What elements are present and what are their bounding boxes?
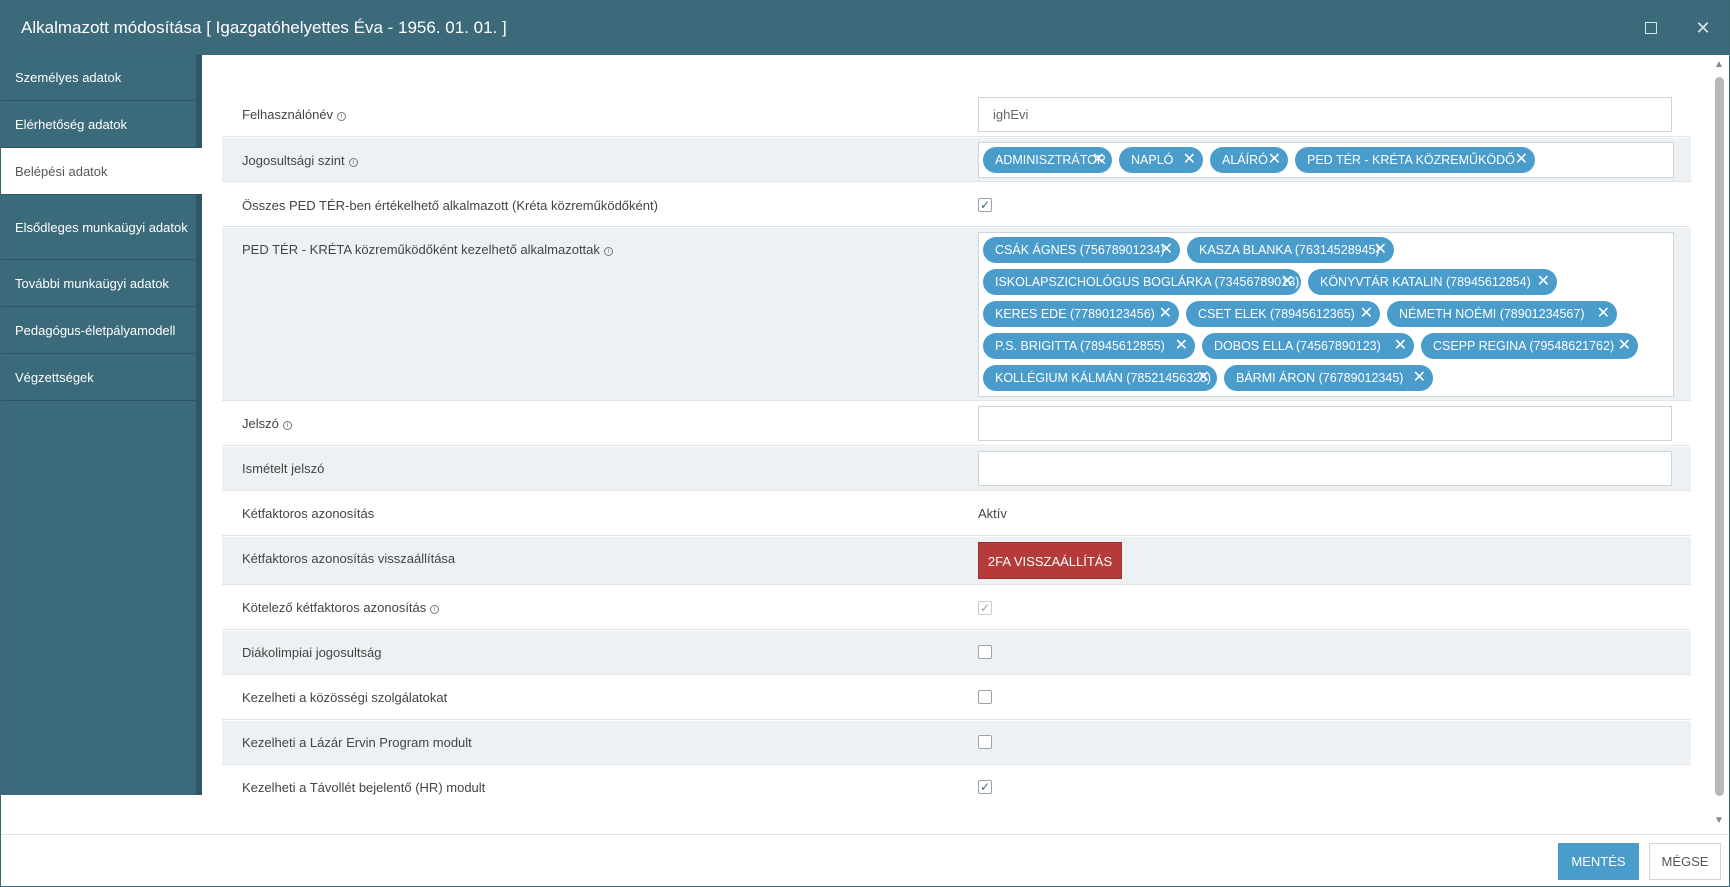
row-student-olympics: Diákolimpiai jogosultság <box>222 631 1691 675</box>
mandatory-two-factor-checkbox[interactable]: ✓ <box>978 601 992 615</box>
row-password: Jelszó i <box>222 402 1691 446</box>
remove-tag-icon[interactable]: ✕ <box>1175 333 1188 359</box>
sidebar-item-belepesi-adatok[interactable]: Belépési adatok <box>1 148 202 195</box>
remove-tag-icon[interactable]: ✕ <box>1183 147 1196 173</box>
two-factor-status: Aktív <box>978 506 1007 521</box>
dialog-titlebar: Alkalmazott módosítása [ Igazgatóhelyett… <box>1 1 1729 55</box>
sidebar-item-elerhetoseg-adatok[interactable]: Elérhetőség adatok <box>1 101 196 148</box>
absence-hr-checkbox[interactable]: ✓ <box>978 780 992 794</box>
tag-employee: CSEPP REGINA (79548621762) ✕ <box>1421 333 1638 359</box>
tag-employee: KOLLÉGIUM KÁLMÁN (78521456325) ✕ <box>983 365 1217 391</box>
community-service-checkbox[interactable] <box>978 690 992 704</box>
two-factor-reset-label: Kétfaktoros azonosítás visszaállítása <box>242 551 456 566</box>
info-icon: i <box>337 112 347 121</box>
lazar-ervin-checkbox[interactable] <box>978 735 992 749</box>
remove-tag-icon[interactable]: ✕ <box>1360 301 1373 327</box>
student-olympics-checkbox[interactable] <box>978 645 992 659</box>
remove-tag-icon[interactable]: ✕ <box>1268 147 1281 173</box>
password-label: Jelszó <box>242 416 279 431</box>
info-icon: i <box>348 158 358 167</box>
managed-employees-select[interactable]: CSÁK ÁGNES (75678901234) ✕ KASZA BLANKA (… <box>978 232 1674 397</box>
info-icon: i <box>282 421 292 430</box>
tag-employee: CSÁK ÁGNES (75678901234) ✕ <box>983 237 1180 263</box>
two-factor-reset-button[interactable]: 2FA VISSZAÁLLÍTÁS <box>978 542 1122 579</box>
managed-employees-label: PED TÉR - KRÉTA közreműködőként kezelhet… <box>242 242 600 257</box>
student-olympics-label: Diákolimpiai jogosultság <box>242 645 382 660</box>
remove-tag-icon[interactable]: ✕ <box>1597 301 1610 327</box>
sidebar-item-tovabbi-munkaugyi-adatok[interactable]: További munkaügyi adatok <box>1 260 196 307</box>
row-community-service: Kezelheti a közösségi szolgálatokat <box>222 676 1691 720</box>
all-ped-ter-label: Összes PED TÉR-ben értékelhető alkalmazo… <box>242 198 658 213</box>
remove-tag-icon[interactable]: ✕ <box>1092 147 1105 173</box>
lazar-ervin-label: Kezelheti a Lázár Ervin Program modult <box>242 735 472 750</box>
row-absence-hr: Kezelheti a Távollét bejelentő (HR) modu… <box>222 766 1691 810</box>
tag-employee: BÁRMI ÁRON (76789012345) ✕ <box>1224 365 1433 391</box>
row-managed-employees: PED TÉR - KRÉTA közreműködőként kezelhet… <box>222 228 1691 401</box>
scrollbar-thumb[interactable] <box>1715 77 1724 796</box>
tag-employee: ISKOLAPSZICHOLÓGUS BOGLÁRKA (73456789013… <box>983 269 1301 295</box>
tag-employee: KÖNYVTÁR KATALIN (78945612854) ✕ <box>1308 269 1557 295</box>
row-permission-level: Jogosultsági szint i ADMINISZTRÁTOR ✕ NAPL… <box>222 138 1691 182</box>
remove-tag-icon[interactable]: ✕ <box>1160 237 1173 263</box>
remove-tag-icon[interactable]: ✕ <box>1537 269 1550 295</box>
username-label: Felhasználónév <box>242 107 334 122</box>
remove-tag-icon[interactable]: ✕ <box>1618 333 1631 359</box>
close-icon[interactable]: ✕ <box>1691 16 1715 40</box>
dialog-title: Alkalmazott módosítása [ Igazgatóhelyett… <box>21 18 507 37</box>
tag-employee: NÉMETH NOÉMI (78901234567) ✕ <box>1387 301 1617 327</box>
absence-hr-label: Kezelheti a Távollét bejelentő (HR) modu… <box>242 780 486 795</box>
row-username: Felhasználónév i ighEvi <box>222 93 1691 137</box>
two-factor-label: Kétfaktoros azonosítás <box>242 506 375 521</box>
row-all-ped-ter: Összes PED TÉR-ben értékelhető alkalmazo… <box>222 183 1691 227</box>
tag-employee: KERES EDE (77890123456) ✕ <box>983 301 1179 327</box>
sidebar-item-pedagogus-eletpalyamodell[interactable]: Pedagógus-életpályamodell <box>1 307 196 354</box>
row-lazar-ervin: Kezelheti a Lázár Ervin Program modult <box>222 721 1691 765</box>
info-icon: i <box>430 605 440 614</box>
tag-employee: DOBOS ELLA (74567890123) ✕ <box>1202 333 1414 359</box>
info-icon: i <box>603 247 613 256</box>
scroll-up-icon[interactable]: ▲ <box>1714 59 1724 70</box>
remove-tag-icon[interactable]: ✕ <box>1374 237 1387 263</box>
cancel-button[interactable]: MÉGSE <box>1649 843 1721 880</box>
remove-tag-icon[interactable]: ✕ <box>1159 301 1172 327</box>
remove-tag-icon[interactable]: ✕ <box>1515 147 1528 173</box>
mandatory-two-factor-label: Kötelező kétfaktoros azonosítás <box>242 600 427 615</box>
sidebar-item-elsodleges-munkaugyi-adatok[interactable]: Elsődleges munkaügyi adatok <box>1 195 196 260</box>
tag-naplo: NAPLÓ ✕ <box>1119 147 1203 173</box>
tag-adminisztrator: ADMINISZTRÁTOR ✕ <box>983 147 1112 173</box>
tag-employee: KASZA BLANKA (76314528945) ✕ <box>1187 237 1394 263</box>
permission-level-select[interactable]: ADMINISZTRÁTOR ✕ NAPLÓ ✕ ALÁÍRÓ ✕ PED TÉR -… <box>978 142 1674 178</box>
password-repeat-label: Ismételt jelszó <box>242 461 325 476</box>
vertical-scrollbar[interactable]: ▲ ▼ <box>1711 55 1729 830</box>
scroll-down-icon[interactable]: ▼ <box>1714 815 1724 826</box>
row-two-factor-reset: Kétfaktoros azonosítás visszaállítása 2F… <box>222 537 1691 585</box>
form-content: Felhasználónév i ighEvi Jogosultsági szin… <box>222 55 1691 830</box>
maximize-icon[interactable] <box>1639 16 1663 40</box>
sidebar-item-vegzettsegek[interactable]: Végzettségek <box>1 354 196 401</box>
community-service-label: Kezelheti a közösségi szolgálatokat <box>242 690 448 705</box>
password-repeat-input[interactable] <box>978 451 1672 486</box>
all-ped-ter-checkbox[interactable]: ✓ <box>978 198 992 212</box>
tag-employee: P.S. BRIGITTA (78945612855) ✕ <box>983 333 1195 359</box>
remove-tag-icon[interactable]: ✕ <box>1413 365 1426 391</box>
tag-alairo: ALÁÍRÓ ✕ <box>1210 147 1288 173</box>
remove-tag-icon[interactable]: ✕ <box>1394 333 1407 359</box>
password-input[interactable] <box>978 406 1672 441</box>
row-mandatory-two-factor: Kötelező kétfaktoros azonosítás i ✓ <box>222 586 1691 630</box>
save-button[interactable]: MENTÉS <box>1558 843 1639 880</box>
employee-edit-dialog: Alkalmazott módosítása [ Igazgatóhelyett… <box>0 0 1730 887</box>
row-two-factor: Kétfaktoros azonosítás Aktív <box>222 492 1691 536</box>
permission-level-label: Jogosultsági szint <box>242 153 345 168</box>
row-password-repeat: Ismételt jelszó <box>222 447 1691 491</box>
tag-employee: CSET ELEK (78945612365) ✕ <box>1186 301 1380 327</box>
tag-ped-ter-kreta-kozremukodo: PED TÉR - KRÉTA KÖZREMŰKÖDŐ ✕ <box>1295 147 1535 173</box>
sidebar-item-szemelyes-adatok[interactable]: Személyes adatok <box>1 55 196 101</box>
remove-tag-icon[interactable]: ✕ <box>1281 269 1294 295</box>
remove-tag-icon[interactable]: ✕ <box>1197 365 1210 391</box>
sidebar-nav: Személyes adatok Elérhetőség adatok Belé… <box>1 55 202 795</box>
dialog-footer: MENTÉS MÉGSE <box>1 834 1729 886</box>
username-input[interactable]: ighEvi <box>978 97 1672 132</box>
